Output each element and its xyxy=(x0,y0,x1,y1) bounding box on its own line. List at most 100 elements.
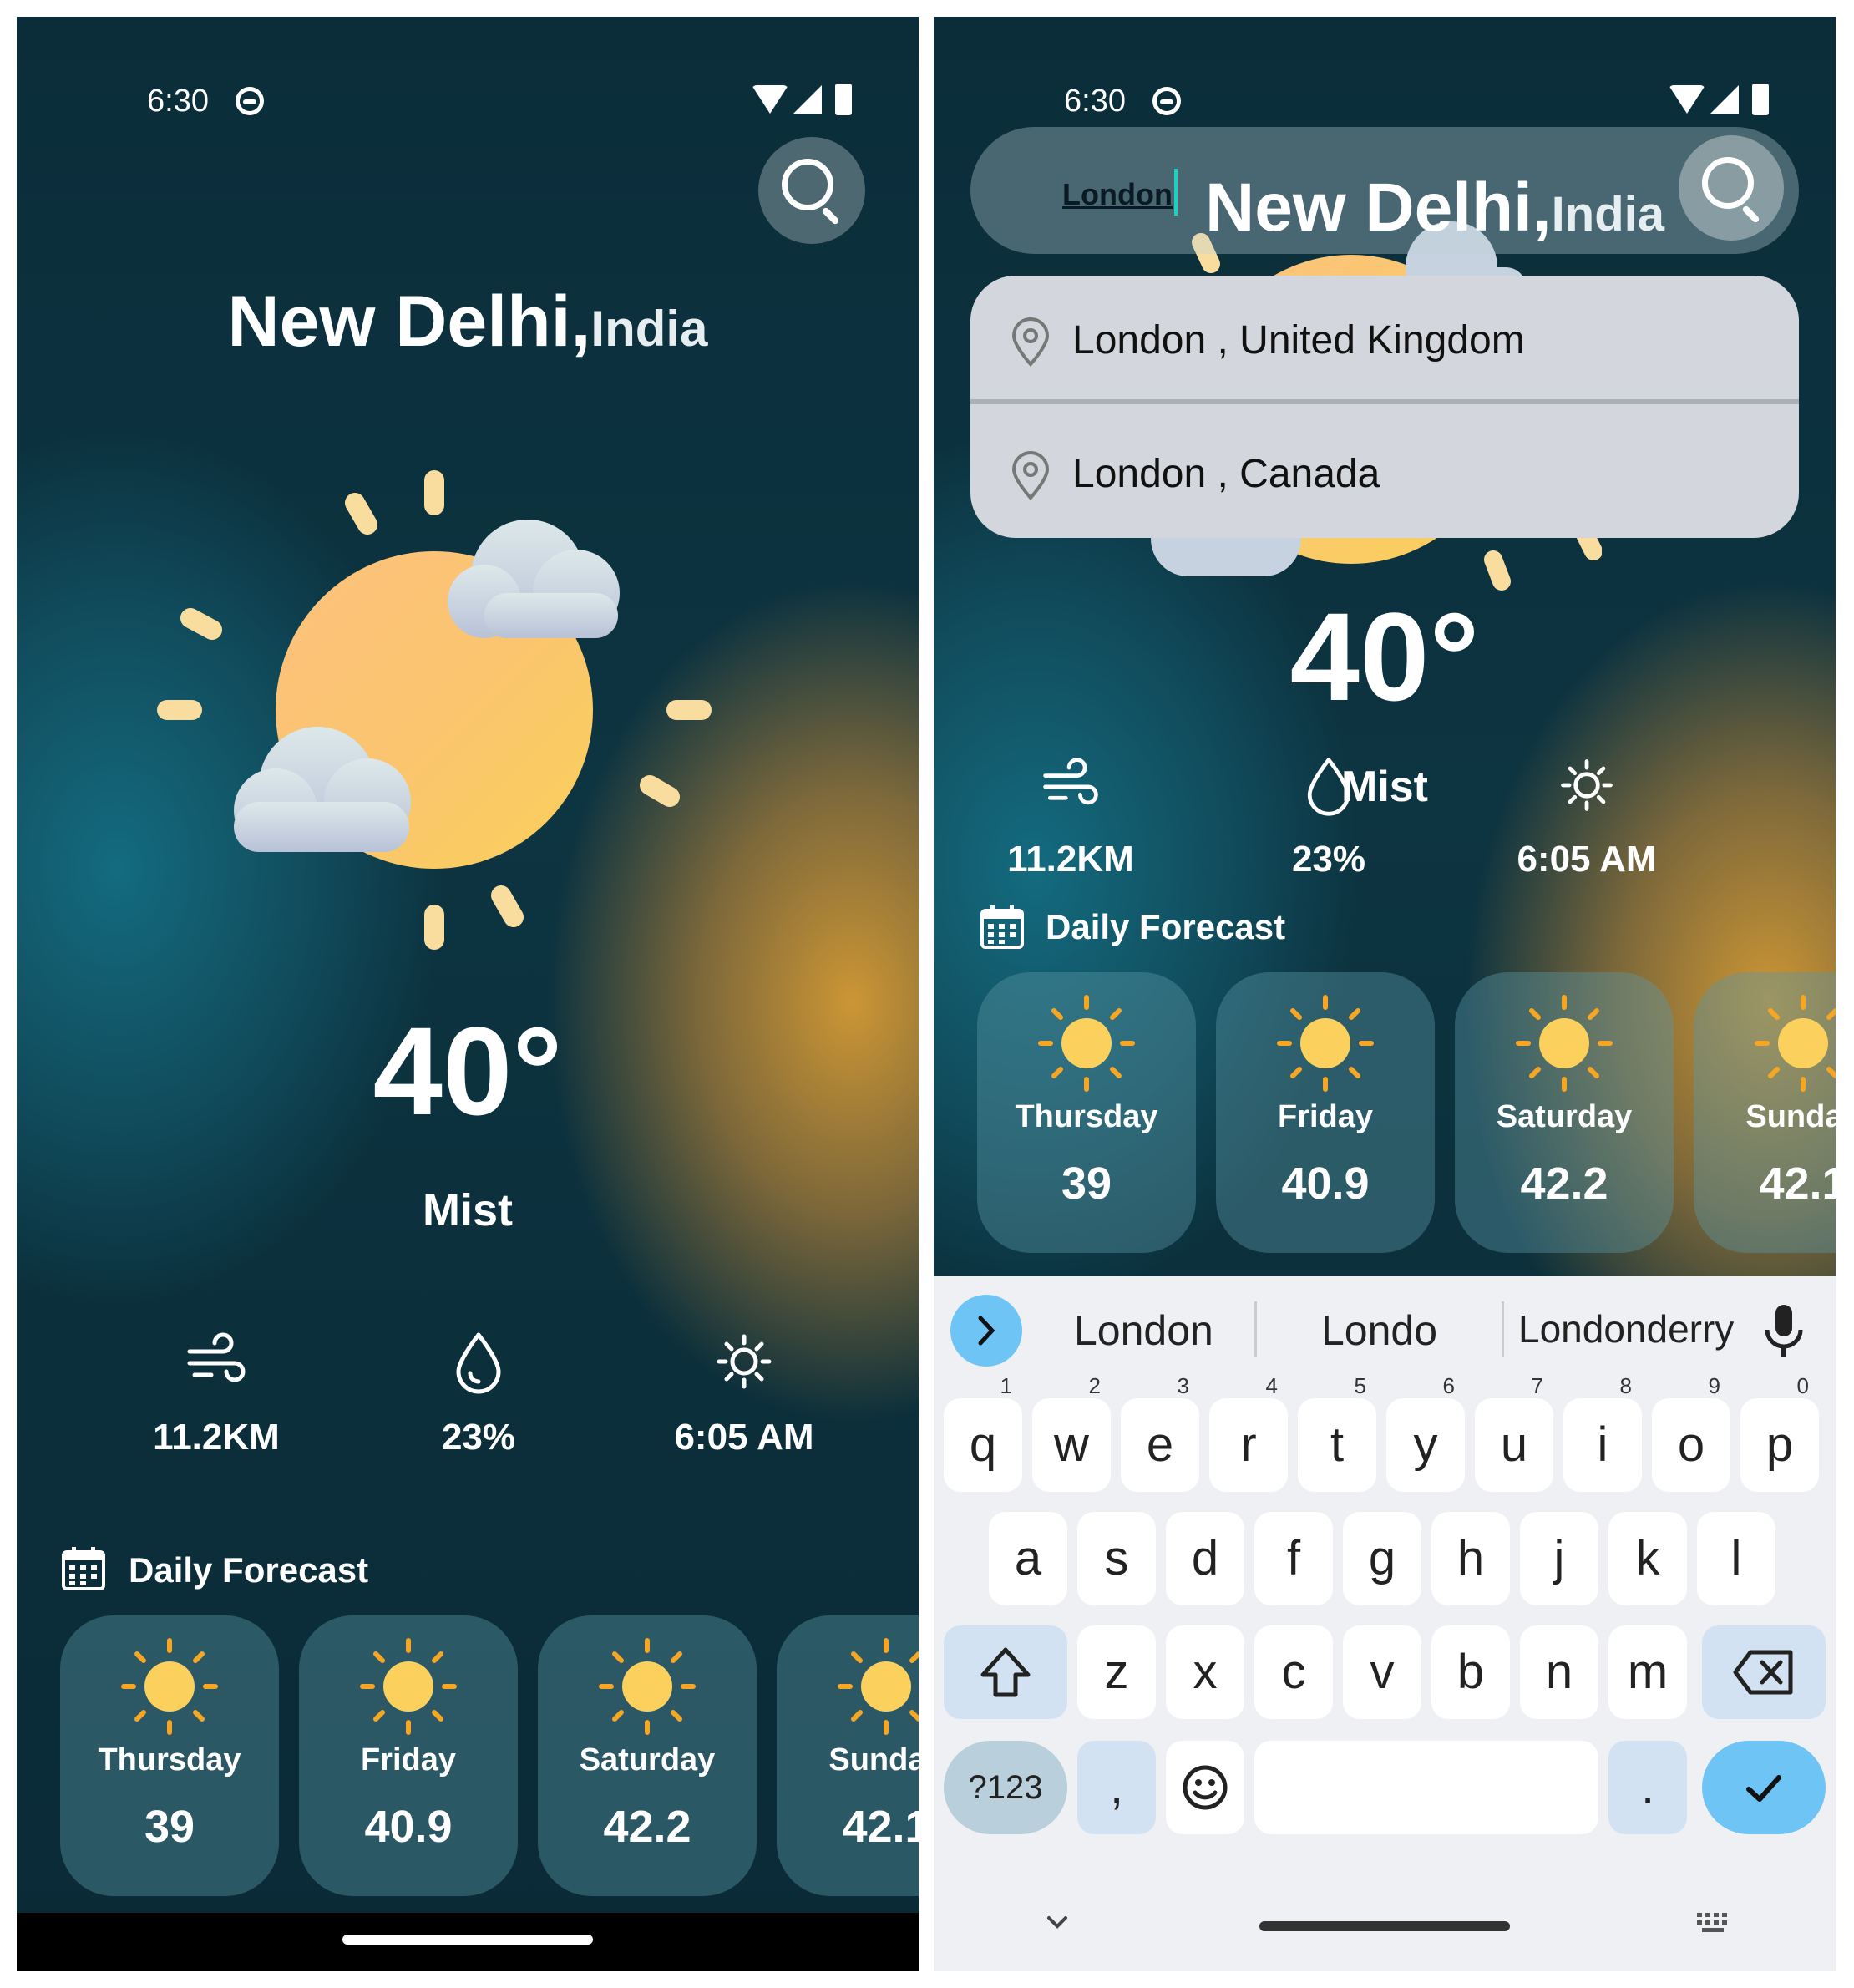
key-k[interactable]: k xyxy=(1608,1512,1687,1605)
backspace-key[interactable] xyxy=(1702,1625,1826,1719)
key-h[interactable]: h xyxy=(1431,1512,1510,1605)
key-w[interactable]: w2 xyxy=(1032,1373,1111,1492)
current-temperature: 40° xyxy=(1289,586,1480,727)
home-gesture-handle[interactable] xyxy=(1259,1921,1510,1931)
key-c[interactable]: c xyxy=(1254,1625,1333,1719)
forecast-temp: 39 xyxy=(144,1802,195,1852)
emoji-key[interactable] xyxy=(1166,1741,1244,1834)
location-pin-icon xyxy=(1011,317,1050,367)
forecast-card-friday[interactable]: Friday 40.9 xyxy=(1216,972,1435,1253)
chevron-right-icon xyxy=(978,1316,995,1346)
suggestion-item[interactable]: London , United Kingdom xyxy=(970,276,1799,399)
current-temperature: 40° xyxy=(372,1001,563,1141)
forecast-day: Thursday xyxy=(1015,1099,1158,1134)
keyboard-suggestion[interactable]: Londo xyxy=(1321,1306,1437,1355)
done-key[interactable] xyxy=(1702,1741,1826,1834)
search-button[interactable] xyxy=(1679,135,1784,241)
forecast-card-thursday[interactable]: Thursday 39 xyxy=(977,972,1196,1253)
sun-icon xyxy=(838,1638,919,1735)
sun-icon xyxy=(1516,995,1613,1092)
key-o[interactable]: o9 xyxy=(1652,1373,1730,1492)
sunrise-value: 6:05 AM xyxy=(1517,839,1657,880)
microphone-icon[interactable] xyxy=(1759,1301,1809,1360)
key-f[interactable]: f xyxy=(1254,1512,1333,1605)
humidity-stat: 23% xyxy=(1195,753,1462,880)
suggestion-label: London , United Kingdom xyxy=(1072,318,1525,363)
forecast-card-sunday[interactable]: Sunday 42.1 xyxy=(1694,972,1836,1253)
key-e[interactable]: e3 xyxy=(1121,1373,1199,1492)
forecast-card-thursday[interactable]: Thursday 39 xyxy=(60,1615,279,1896)
key-i[interactable]: i8 xyxy=(1563,1373,1642,1492)
comma-key[interactable]: , xyxy=(1077,1741,1156,1834)
key-q[interactable]: q1 xyxy=(944,1373,1022,1492)
key-a[interactable]: a xyxy=(989,1512,1067,1605)
key-g[interactable]: g xyxy=(1343,1512,1421,1605)
divider xyxy=(970,399,1799,404)
sun-icon xyxy=(360,1638,457,1735)
key-n[interactable]: n xyxy=(1520,1625,1598,1719)
calendar-icon xyxy=(62,1547,105,1590)
search-suggestions: London , United Kingdom London , Canada xyxy=(970,276,1799,538)
key-l[interactable]: l xyxy=(1697,1512,1775,1605)
location-pin-icon xyxy=(1011,451,1050,500)
navigation-bar xyxy=(17,1913,919,1971)
search-button[interactable] xyxy=(758,137,865,244)
forecast-card-saturday[interactable]: Saturday 42.2 xyxy=(1455,972,1674,1253)
key-x[interactable]: x xyxy=(1166,1625,1244,1719)
daily-forecast-title: Daily Forecast xyxy=(1046,907,1286,946)
key-z[interactable]: z xyxy=(1077,1625,1156,1719)
humidity-drop-icon xyxy=(456,1332,501,1394)
keyboard-suggestion[interactable]: London xyxy=(1074,1306,1213,1355)
search-icon xyxy=(1702,157,1754,209)
sunrise-value: 6:05 AM xyxy=(674,1417,814,1458)
humidity-value: 23% xyxy=(441,1417,516,1458)
location-title: New Delhi,India xyxy=(17,281,919,363)
key-s[interactable]: s xyxy=(1077,1512,1156,1605)
suggestion-item[interactable]: London , Canada xyxy=(970,409,1799,533)
key-b[interactable]: b xyxy=(1431,1625,1510,1719)
key-p[interactable]: p0 xyxy=(1740,1373,1819,1492)
search-icon xyxy=(782,159,833,210)
humidity-value: 23% xyxy=(1291,839,1366,880)
home-gesture-handle[interactable] xyxy=(342,1935,593,1945)
forecast-temp: 42.1 xyxy=(1759,1159,1836,1209)
key-v[interactable]: v xyxy=(1343,1625,1421,1719)
space-key[interactable] xyxy=(1254,1741,1598,1834)
signal-icon xyxy=(793,85,822,114)
forecast-card-friday[interactable]: Friday 40.9 xyxy=(299,1615,518,1896)
expand-toolbar-button[interactable] xyxy=(950,1295,1022,1367)
keyboard-switch-icon[interactable] xyxy=(1694,1909,1734,1940)
notification-icon xyxy=(1152,87,1181,115)
forecast-day: Saturday xyxy=(1496,1099,1633,1134)
status-time: 6:30 xyxy=(1064,84,1126,119)
city-name: New Delhi, xyxy=(227,281,591,362)
chevron-down-icon[interactable] xyxy=(1041,1906,1074,1940)
status-bar: 6:30 xyxy=(17,67,919,134)
wind-stat: 11.2KM xyxy=(83,1328,350,1458)
key-d[interactable]: d xyxy=(1166,1512,1244,1605)
wind-icon xyxy=(187,1332,246,1382)
forecast-temp: 42.2 xyxy=(603,1802,691,1852)
city-name: New Delhi, xyxy=(1205,170,1552,246)
key-m[interactable]: m xyxy=(1608,1625,1687,1719)
forecast-day: Saturday xyxy=(579,1742,716,1778)
battery-icon xyxy=(835,84,852,115)
key-u[interactable]: u7 xyxy=(1475,1373,1553,1492)
forecast-card-sunday[interactable]: Sunday 42.1 xyxy=(777,1615,919,1896)
forecast-temp: 42.2 xyxy=(1520,1159,1608,1209)
emoji-icon xyxy=(1183,1765,1228,1810)
shift-key[interactable] xyxy=(944,1625,1067,1719)
forecast-day: Sunday xyxy=(1745,1099,1836,1134)
key-y[interactable]: y6 xyxy=(1386,1373,1465,1492)
sun-icon xyxy=(121,1638,218,1735)
symbols-key[interactable]: ?123 xyxy=(944,1741,1067,1834)
key-j[interactable]: j xyxy=(1520,1512,1598,1605)
period-key[interactable]: . xyxy=(1608,1741,1687,1834)
sunrise-sun-icon xyxy=(717,1334,772,1389)
keyboard-suggestion[interactable]: Londonderry xyxy=(1518,1306,1734,1352)
wind-value: 11.2KM xyxy=(1007,839,1134,880)
forecast-card-saturday[interactable]: Saturday 42.2 xyxy=(538,1615,757,1896)
key-t[interactable]: t5 xyxy=(1298,1373,1376,1492)
on-screen-keyboard: London Londo Londonderry q1 w2 e3 r4 t5 … xyxy=(934,1276,1836,1971)
key-r[interactable]: r4 xyxy=(1209,1373,1288,1492)
